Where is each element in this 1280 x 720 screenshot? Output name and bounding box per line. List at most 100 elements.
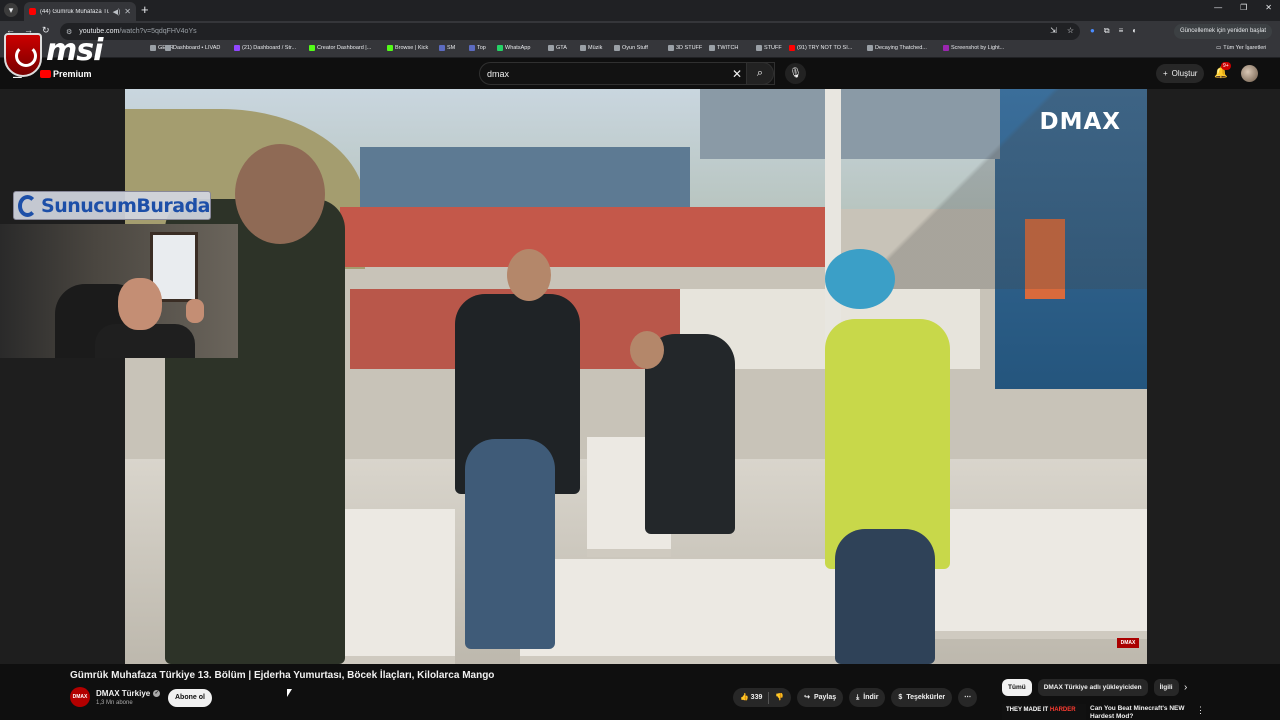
install-app-icon[interactable]: ⇲ [1050, 26, 1057, 35]
media-control-icon[interactable]: ≡ [1119, 26, 1124, 36]
bookmark-item[interactable]: STUFF [756, 45, 782, 51]
more-actions-button[interactable]: ⋯ [958, 688, 978, 707]
msi-overlay: msi Premium [2, 33, 142, 79]
share-button[interactable]: ↪ Paylaş [797, 688, 844, 707]
voice-search-button[interactable]: 🎙 [785, 63, 806, 84]
channel-name-row[interactable]: DMAX Türkiye ✓ [96, 689, 161, 698]
address-bar-actions: ⇲ ☆ [1050, 26, 1074, 35]
address-bar[interactable]: ⚙ youtube.com/watch?v=5qdqFHV4oYs ⇲ ☆ [60, 23, 1080, 40]
extensions-puzzle-icon[interactable]: ⧉ [1104, 26, 1110, 36]
bookmark-label: STUFF [764, 45, 782, 51]
dmax-corner-badge: DMAX [1117, 638, 1139, 648]
bookmark-item[interactable]: TWITCH [709, 45, 738, 51]
search-icon: ⌕ [756, 67, 764, 79]
bookmarks-bar: GEARDashboard • LIVAD(21) Dashboard / St… [0, 42, 1280, 58]
all-bookmarks-folder[interactable]: ▭ Tüm Yer İşaretleri [1216, 45, 1266, 51]
extension-shield-icon[interactable]: ● [1090, 26, 1095, 36]
profile-icon[interactable]: ◐ [1132, 26, 1137, 36]
search-input[interactable] [487, 68, 774, 79]
worker-bending [645, 334, 735, 534]
chip-related[interactable]: İlgili [1153, 679, 1179, 696]
streamer-name: SunucumBurada [41, 194, 210, 217]
streamer-name-plate: SunucumBurada [13, 191, 211, 220]
tab-list-button[interactable]: ▾ [4, 3, 18, 17]
close-tab-icon[interactable]: ✕ [124, 7, 131, 16]
bookmark-favicon-icon [548, 45, 554, 51]
account-avatar[interactable] [1241, 65, 1258, 82]
worker-bending-head [630, 331, 664, 369]
recommended-video-title[interactable]: Can You Beat Minecraft's NEW Hardest Mod… [1090, 705, 1190, 720]
premium-label: Premium [53, 69, 92, 79]
webcam-streamer-face [118, 278, 162, 330]
youtube-premium-logo[interactable]: Premium [40, 69, 92, 79]
update-browser-button[interactable]: Güncellemek için yeniden başlat [1173, 24, 1272, 39]
like-button[interactable]: 👍 339 [740, 688, 762, 707]
more-vertical-icon[interactable]: ⋮ [1196, 705, 1205, 716]
bookmark-label: SM [447, 45, 456, 51]
bookmark-label: TWITCH [717, 45, 739, 51]
bookmark-favicon-icon [309, 45, 315, 51]
bookmark-label: WhatsApp [505, 45, 531, 51]
restore-icon[interactable]: ❐ [1240, 3, 1247, 12]
close-window-icon[interactable]: ✕ [1265, 3, 1272, 12]
video-title: Gümrük Muhafaza Türkiye 13. Bölüm | Ejde… [70, 670, 495, 681]
bookmark-item[interactable]: (91) TRY NOT TO SI... [789, 45, 852, 51]
bookmark-star-icon[interactable]: ☆ [1067, 26, 1074, 35]
create-button[interactable]: + Oluştur [1156, 64, 1205, 83]
notification-count-badge: 9+ [1221, 62, 1231, 70]
thumb-text-b: HARDER [1049, 707, 1076, 713]
thumbs-down-icon: 👎 [775, 694, 785, 701]
recommended-video-card[interactable]: THEY MADE IT HARDER Can You Beat Minecra… [1002, 704, 1202, 720]
chip-all[interactable]: Tümü [1002, 679, 1032, 696]
new-tab-button[interactable]: + [141, 2, 149, 17]
subscribe-button[interactable]: Abone ol [168, 689, 212, 707]
worker-blue-helmet [825, 249, 895, 309]
channel-name[interactable]: DMAX Türkiye [96, 689, 150, 698]
clear-search-icon[interactable]: ✕ [732, 67, 742, 81]
browser-tab-active[interactable]: (44) Gümrük Muhafaza Tür... ◀) ✕ [24, 2, 136, 21]
subscriber-count: 1,3 Mn abone [96, 700, 133, 706]
bookmark-favicon-icon [150, 45, 156, 51]
person-blurred-left-head [235, 144, 325, 244]
like-dislike-group: 👍 339 👎 [733, 688, 792, 707]
bookmark-favicon-icon [387, 45, 393, 51]
bookmark-favicon-icon [469, 45, 475, 51]
chip-from-uploader[interactable]: DMAX Türkiye adlı yükleyiciden [1037, 679, 1148, 696]
msi-logo-text: msi [46, 33, 103, 68]
video-player[interactable]: DMAX DMAX [125, 89, 1147, 664]
bookmark-item[interactable]: Müzik [580, 45, 602, 51]
bookmark-item[interactable]: Dashboard • LIVAD [165, 45, 220, 51]
browser-tabstrip: ▾ (44) Gümrük Muhafaza Tür... ◀) ✕ + — ❐… [0, 0, 1280, 21]
bookmark-item[interactable]: Oyun Stuff [614, 45, 648, 51]
bookmark-label: Top [477, 45, 486, 51]
bookmark-item[interactable]: Browse | Kick [387, 45, 428, 51]
bookmark-item[interactable]: WhatsApp [497, 45, 530, 51]
marble-block-right [925, 509, 1147, 639]
thanks-button[interactable]: $ Teşekkürler [891, 688, 953, 707]
bookmark-item[interactable]: 3D STUFF [668, 45, 702, 51]
bookmark-favicon-icon [234, 45, 240, 51]
bookmark-item[interactable]: Creator Dashboard |... [309, 45, 371, 51]
download-button[interactable]: ⤓ İndir [849, 688, 886, 707]
bookmark-item[interactable]: (21) Dashboard / Str... [234, 45, 296, 51]
speaker-icon[interactable]: ◀) [113, 8, 121, 16]
bookmark-item[interactable]: Screenshot by Light... [943, 45, 1004, 51]
recommended-video-thumbnail[interactable]: THEY MADE IT HARDER [1002, 704, 1086, 720]
search-button[interactable]: ⌕ [746, 62, 774, 85]
bookmark-favicon-icon [789, 45, 795, 51]
minimize-icon[interactable]: — [1214, 3, 1222, 12]
webcam-feed [0, 224, 238, 358]
bookmark-item[interactable]: SM [439, 45, 455, 51]
channel-avatar[interactable]: DMAX [70, 687, 90, 707]
dislike-button[interactable]: 👎 [775, 688, 784, 707]
bookmark-favicon-icon [439, 45, 445, 51]
bookmark-item[interactable]: Top [469, 45, 486, 51]
worker-yellow-vest-trousers [835, 529, 935, 664]
extension-icons: ● ⧉ ≡ ◐ [1090, 26, 1137, 36]
bookmark-favicon-icon [668, 45, 674, 51]
chevron-right-icon[interactable]: › [1184, 682, 1187, 693]
plus-icon: + [1163, 69, 1168, 78]
bookmark-item[interactable]: Decaying Thatched... [867, 45, 927, 51]
bookmark-item[interactable]: GTA [548, 45, 567, 51]
microphone-icon: 🎙 [789, 68, 802, 79]
